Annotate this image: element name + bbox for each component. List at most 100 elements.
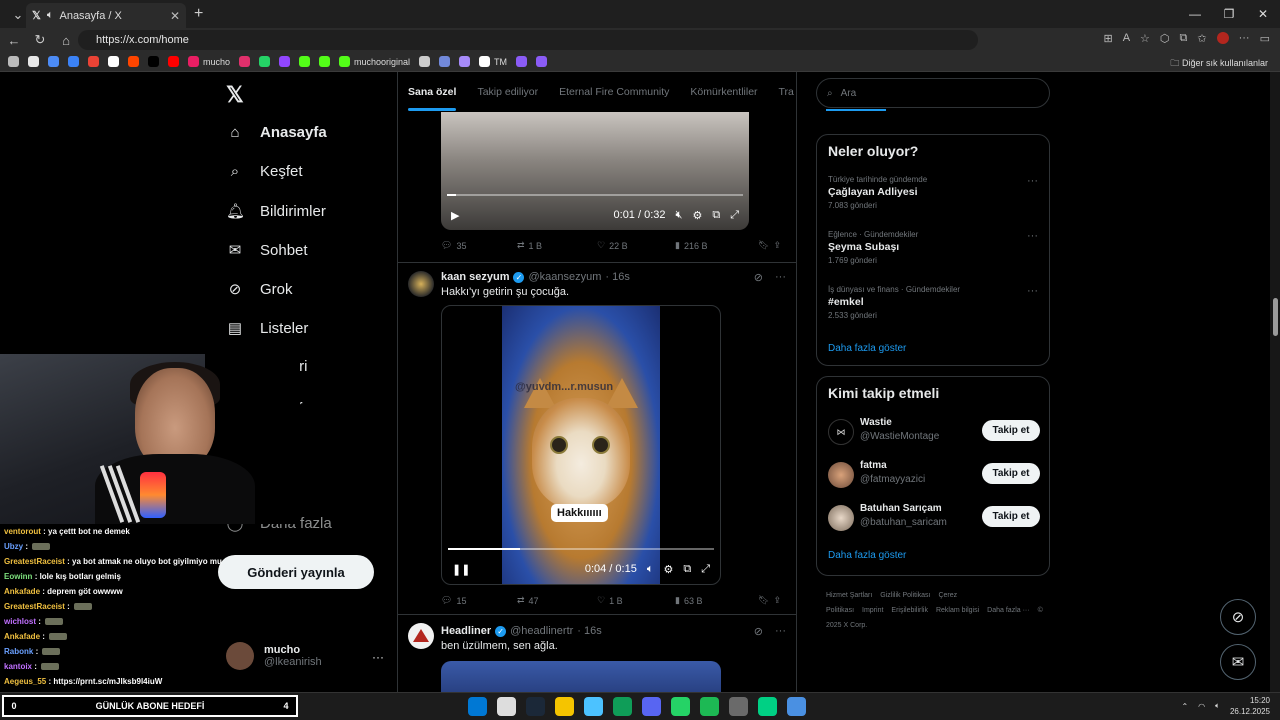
page-scrollbar[interactable] [1270, 72, 1280, 692]
tweet-author-handle[interactable]: @kaansezyum [528, 271, 601, 283]
tweet-media[interactable] [441, 661, 721, 692]
footer-link[interactable]: Imprint [862, 607, 883, 614]
tweet-time[interactable]: · 16s [605, 271, 629, 283]
footer-link[interactable]: Reklam bilgisi [936, 607, 979, 614]
settings-gear-icon[interactable]: ⚙ [692, 209, 702, 222]
apps-icon[interactable]: ⊞ [1103, 32, 1112, 45]
more-dots-icon[interactable]: ··· [1027, 175, 1038, 187]
collections-icon[interactable]: ⧉ [1180, 32, 1188, 45]
pip-icon[interactable]: ⧉ [683, 563, 691, 576]
tweet-time[interactable]: · 16s [577, 625, 601, 637]
trend-item[interactable]: Türkiye tarihinde gündemde Çağlayan Adli… [828, 175, 1038, 210]
video-progress[interactable] [448, 548, 714, 550]
like-button[interactable]: ♡ 22 B [597, 240, 675, 251]
refresh-icon[interactable]: ↻ [28, 32, 52, 48]
follow-suggestion[interactable]: ⋈ Wastie @WastieMontage Takip et [828, 417, 1040, 449]
mute-icon[interactable]: 🔇︎ [676, 209, 683, 222]
more-dots-icon[interactable]: ··· [775, 625, 786, 638]
timeline-tab[interactable]: Takip ediliyor [477, 86, 538, 98]
search-input[interactable]: ⌕ Ara [816, 78, 1050, 108]
bookmark-item[interactable] [536, 56, 548, 67]
bookmark-item[interactable] [168, 56, 179, 67]
bookmark-item[interactable] [128, 56, 139, 67]
avatar[interactable] [408, 623, 434, 649]
footer-link[interactable]: Daha fazla ··· [987, 607, 1029, 614]
tweet-author-name[interactable]: kaan sezyum [441, 271, 509, 283]
grok-icon[interactable]: ⊘ [754, 625, 763, 638]
tweet-author-handle[interactable]: @headlinertr [510, 625, 573, 637]
maximize-icon[interactable]: ❐ [1212, 0, 1246, 28]
taskbar-app-icon[interactable] [758, 697, 777, 716]
follow-suggestion[interactable]: fatma @fatmayyazici Takip et [828, 460, 1040, 492]
footer-link[interactable]: Erişilebilirlik [891, 607, 928, 614]
volume-icon[interactable]: 🔈︎ [647, 563, 654, 576]
extensions-icon[interactable]: ⬡ [1160, 32, 1170, 45]
tweet[interactable]: Headliner ✓ @headlinertr · 16s ⊘ ··· ben… [398, 614, 796, 692]
nav-notifications[interactable]: 🔔︎ Bildirimler [226, 202, 326, 221]
close-tab-icon[interactable]: ✕ [170, 9, 180, 23]
post-button[interactable]: Gönderi yayınla [218, 555, 374, 589]
bookmark-item[interactable] [419, 56, 431, 67]
timeline-tab[interactable]: Kömürkentliler [690, 86, 757, 98]
home-icon[interactable]: ⌂ [54, 33, 78, 48]
taskbar-app-icon[interactable] [468, 697, 487, 716]
grok-icon[interactable]: ⊘ [754, 271, 763, 284]
repost-button[interactable]: ⇄ 47 [517, 595, 597, 606]
taskbar-app-icon[interactable] [787, 697, 806, 716]
trend-item[interactable]: İş dünyası ve finans · Gündemdekiler #em… [828, 285, 1038, 320]
bookmark-item[interactable] [28, 56, 39, 67]
reply-button[interactable]: 💬︎ 15 [441, 595, 517, 606]
taskbar-app-icon[interactable] [584, 697, 603, 716]
nav-home[interactable]: ⌂ Anasayfa [226, 124, 326, 141]
bookmark-item[interactable] [108, 56, 119, 67]
other-bookmarks[interactable]: 🗀︎ Diğer sık kullanılanlar [1170, 56, 1268, 72]
grok-fab[interactable]: ⊘ [1220, 599, 1256, 635]
chevron-up-icon[interactable]: ⌃ [1181, 702, 1188, 711]
taskbar-app-icon[interactable] [613, 697, 632, 716]
show-more-link[interactable]: Daha fazla göster [828, 343, 906, 354]
sidebar-icon[interactable]: ▭ [1260, 32, 1270, 45]
video-player[interactable]: ▶ 0:01 / 0:32 🔇︎ ⚙ ⧉ ⤢ [441, 112, 749, 230]
menu-dots-icon[interactable]: ··· [1239, 32, 1250, 45]
bookmark-item[interactable] [239, 56, 251, 67]
scrollbar-thumb[interactable] [1273, 298, 1278, 336]
repost-button[interactable]: ⇄ 1 B [517, 240, 597, 251]
bookmark-item[interactable] [299, 56, 311, 67]
x-logo-icon[interactable]: 𝕏 [226, 82, 244, 108]
timeline-tab[interactable]: Sana özel [408, 86, 457, 111]
bookmark-item[interactable]: mucho [188, 56, 230, 67]
speaker-icon[interactable]: 🔈︎ [47, 9, 54, 22]
taskbar-app-icon[interactable] [729, 697, 748, 716]
taskbar-app-icon[interactable] [700, 697, 719, 716]
nav-explore[interactable]: ⌕ Keşfet [226, 163, 303, 180]
bookmark-item[interactable] [439, 56, 451, 67]
minimize-icon[interactable]: — [1178, 0, 1212, 28]
share-icon[interactable]: ⇪ [773, 240, 781, 251]
follow-button[interactable]: Takip et [982, 463, 1040, 484]
taskbar-app-icon[interactable] [526, 697, 545, 716]
reply-button[interactable]: 💬︎ 35 [441, 240, 517, 251]
like-button[interactable]: ♡ 1 B [597, 595, 675, 606]
more-dots-icon[interactable]: ··· [1027, 285, 1038, 297]
fullscreen-icon[interactable]: ⤢ [701, 563, 710, 576]
fullscreen-icon[interactable]: ⤢ [730, 209, 739, 222]
bookmark-item[interactable]: muchooriginal [339, 56, 410, 67]
bookmark-item[interactable] [319, 56, 331, 67]
views-button[interactable]: ▮ 63 B [675, 595, 757, 606]
bookmark-item[interactable] [68, 56, 79, 67]
new-tab-icon[interactable]: + [194, 5, 203, 23]
wifi-icon[interactable]: ◠ [1198, 702, 1205, 711]
nav-lists[interactable]: ▤ Listeler [226, 319, 308, 338]
account-switcher[interactable]: mucho @lkeanirish ··· [226, 642, 384, 670]
footer-link[interactable]: Hizmet Şartları [826, 592, 872, 599]
favorites-icon[interactable]: ✩ [1197, 32, 1206, 45]
more-dots-icon[interactable]: ··· [775, 271, 786, 284]
bookmark-item[interactable] [8, 56, 19, 67]
show-more-link[interactable]: Daha fazla göster [828, 550, 906, 561]
views-button[interactable]: ▮ 216 B [675, 240, 757, 251]
nav-grok[interactable]: ⊘ Grok [226, 280, 293, 299]
bookmark-icon[interactable]: 🔖︎ [758, 595, 769, 606]
footer-link[interactable]: Gizlilik Politikası [880, 592, 930, 599]
bookmark-item[interactable] [88, 56, 99, 67]
bookmark-item[interactable] [279, 56, 291, 67]
